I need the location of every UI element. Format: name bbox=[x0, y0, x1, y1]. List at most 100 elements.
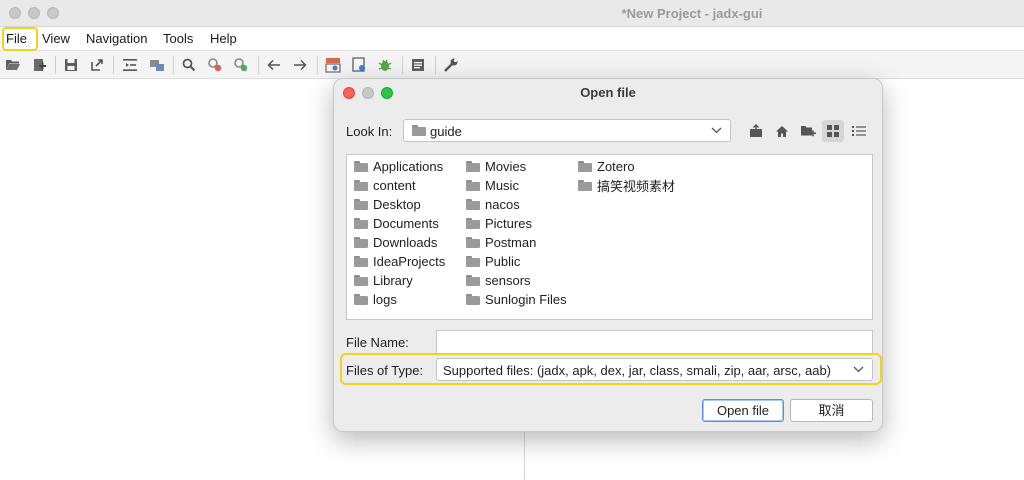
save-icon[interactable] bbox=[62, 56, 80, 74]
home-icon[interactable] bbox=[771, 120, 793, 142]
list-item[interactable]: nacos bbox=[466, 195, 567, 214]
find-usage-icon[interactable] bbox=[232, 56, 250, 74]
debugger-icon[interactable] bbox=[376, 56, 394, 74]
list-item[interactable]: Pictures bbox=[466, 214, 567, 233]
folder-icon bbox=[354, 218, 368, 229]
folder-name: sensors bbox=[485, 273, 531, 288]
menu-file[interactable]: File bbox=[6, 31, 27, 46]
files-of-type-combobox[interactable]: Supported files: (jadx, apk, dex, jar, c… bbox=[436, 358, 873, 381]
toolbar-separator bbox=[113, 56, 114, 74]
menu-help[interactable]: Help bbox=[210, 31, 237, 46]
forward-icon[interactable] bbox=[291, 56, 309, 74]
list-item[interactable]: 搞笑视频素材 bbox=[578, 176, 675, 195]
window-title: *New Project - jadx-gui bbox=[621, 6, 763, 21]
folder-icon bbox=[354, 294, 368, 305]
file-column-2: Movies Music nacos Pictures Postman Publ… bbox=[466, 157, 567, 309]
list-item[interactable]: Sunlogin Files bbox=[466, 290, 567, 309]
sync-tree-icon[interactable] bbox=[121, 56, 139, 74]
back-icon[interactable] bbox=[265, 56, 283, 74]
open-folder-icon[interactable] bbox=[4, 56, 22, 74]
folder-icon bbox=[466, 275, 480, 286]
folder-name: 搞笑视频素材 bbox=[597, 179, 676, 194]
list-item[interactable]: sensors bbox=[466, 271, 567, 290]
new-folder-icon[interactable] bbox=[797, 120, 819, 142]
list-item[interactable]: Documents bbox=[354, 214, 445, 233]
flatten-packages-icon[interactable] bbox=[148, 56, 166, 74]
list-item[interactable]: Movies bbox=[466, 157, 567, 176]
folder-name: Sunlogin Files bbox=[485, 292, 567, 307]
files-of-type-label: Files of Type: bbox=[346, 363, 424, 378]
dialog-title: Open file bbox=[580, 85, 636, 100]
folder-name: Postman bbox=[485, 235, 537, 250]
folder-name: Documents bbox=[373, 216, 439, 231]
menu-view[interactable]: View bbox=[42, 31, 70, 46]
folder-icon bbox=[354, 275, 368, 286]
folder-icon bbox=[466, 294, 480, 305]
folder-icon bbox=[466, 237, 480, 248]
toolbar bbox=[0, 51, 1024, 79]
folder-icon bbox=[466, 256, 480, 267]
folder-name: content bbox=[373, 178, 416, 193]
folder-name: Library bbox=[373, 273, 413, 288]
look-in-combobox[interactable]: guide bbox=[403, 119, 731, 142]
file-list[interactable]: Applications content Desktop Documents D… bbox=[346, 154, 873, 320]
find-class-icon[interactable] bbox=[206, 56, 224, 74]
folder-icon bbox=[466, 218, 480, 229]
up-folder-icon[interactable] bbox=[745, 120, 767, 142]
open-file-button[interactable]: Open file bbox=[702, 399, 784, 422]
toolbar-separator bbox=[55, 56, 56, 74]
toolbar-separator bbox=[435, 56, 436, 74]
folder-name: IdeaProjects bbox=[373, 254, 446, 269]
cancel-button[interactable]: 取消 bbox=[790, 399, 873, 422]
folder-name: Pictures bbox=[485, 216, 532, 231]
folder-icon bbox=[354, 180, 368, 191]
menu-tools[interactable]: Tools bbox=[163, 31, 193, 46]
list-item[interactable]: Zotero bbox=[578, 157, 675, 176]
list-item[interactable]: Downloads bbox=[354, 233, 445, 252]
list-item[interactable]: IdeaProjects bbox=[354, 252, 445, 271]
log-viewer-icon[interactable] bbox=[409, 56, 427, 74]
folder-name: Applications bbox=[373, 159, 444, 174]
list-view-icon[interactable] bbox=[822, 120, 844, 142]
look-in-value: guide bbox=[430, 124, 462, 139]
menu-navigation[interactable]: Navigation bbox=[86, 31, 147, 46]
list-item[interactable]: Postman bbox=[466, 233, 567, 252]
file-column-3: Zotero 搞笑视频素材 bbox=[578, 157, 675, 195]
folder-icon bbox=[466, 180, 480, 191]
file-name-label: File Name: bbox=[346, 335, 409, 350]
folder-name: Music bbox=[485, 178, 519, 193]
list-item[interactable]: Desktop bbox=[354, 195, 445, 214]
chevron-down-icon bbox=[711, 123, 722, 140]
toolbar-separator bbox=[317, 56, 318, 74]
folder-name: Public bbox=[485, 254, 521, 269]
look-in-label: Look In: bbox=[346, 124, 393, 139]
toolbar-separator bbox=[258, 56, 259, 74]
export-icon[interactable] bbox=[88, 56, 106, 74]
list-item[interactable]: logs bbox=[354, 290, 445, 309]
folder-name: nacos bbox=[485, 197, 520, 212]
list-item[interactable]: content bbox=[354, 176, 445, 195]
folder-icon bbox=[354, 237, 368, 248]
quark-icon[interactable] bbox=[350, 56, 368, 74]
details-view-icon[interactable] bbox=[848, 120, 870, 142]
title-bar: *New Project - jadx-gui bbox=[0, 0, 1024, 27]
search-icon[interactable] bbox=[180, 56, 198, 74]
folder-icon bbox=[354, 199, 368, 210]
list-item[interactable]: Applications bbox=[354, 157, 445, 176]
folder-icon bbox=[466, 199, 480, 210]
file-name-input[interactable] bbox=[436, 330, 873, 354]
deobfuscation-icon[interactable] bbox=[324, 56, 342, 74]
list-item[interactable]: Library bbox=[354, 271, 445, 290]
folder-name: Zotero bbox=[597, 159, 635, 174]
preferences-icon[interactable] bbox=[442, 56, 460, 74]
files-of-type-value: Supported files: (jadx, apk, dex, jar, c… bbox=[443, 363, 832, 378]
add-file-icon[interactable] bbox=[30, 56, 48, 74]
folder-icon bbox=[578, 180, 592, 191]
list-item[interactable]: Music bbox=[466, 176, 567, 195]
folder-icon bbox=[354, 161, 368, 172]
folder-name: Downloads bbox=[373, 235, 438, 250]
folder-icon bbox=[578, 161, 592, 172]
list-item[interactable]: Public bbox=[466, 252, 567, 271]
folder-icon bbox=[466, 161, 480, 172]
folder-icon bbox=[354, 256, 368, 267]
